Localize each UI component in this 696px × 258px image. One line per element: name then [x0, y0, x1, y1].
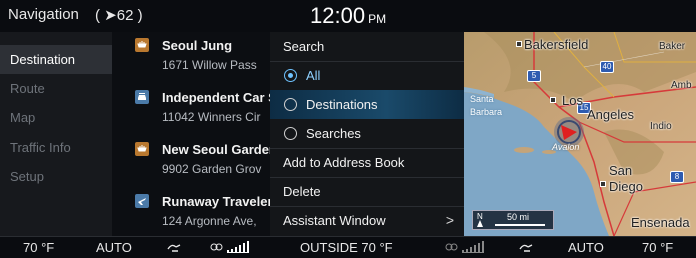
map-label-barbara: Barbara [470, 107, 503, 117]
radio-unchecked-icon [284, 127, 297, 140]
list-item[interactable]: New Seoul Garden 9902 Garden Grov [112, 136, 270, 188]
map-label-angeles: Angeles [587, 107, 634, 122]
menu-item-label: Delete [283, 184, 321, 199]
map-label-ensenada: Ensenada [631, 215, 690, 230]
left-climate-mode[interactable]: AUTO [96, 240, 132, 255]
north-arrow-icon [477, 220, 483, 227]
nav-item-setup[interactable]: Setup [0, 162, 112, 191]
map-label-avalon: Avalon [552, 142, 580, 152]
list-item-address: 11042 Winners Cir [162, 110, 261, 124]
radio-checked-icon [284, 69, 297, 82]
city-marker-icon [516, 41, 522, 47]
map-label-indio: Indio [650, 121, 672, 132]
search-option-label: Destinations [306, 97, 378, 112]
clock: 12:00 PM [310, 3, 386, 29]
menu-header-label: Search [283, 39, 325, 54]
app-title: Navigation [8, 6, 79, 23]
menu-header-search: Search [270, 32, 464, 61]
restaurant-icon [135, 142, 149, 156]
travel-icon [135, 194, 149, 208]
search-option-searches[interactable]: Searches [270, 119, 464, 148]
right-climate-mode[interactable]: AUTO [568, 240, 604, 255]
map-label-san: San [609, 163, 633, 178]
status-indicator: ( ➤62 ) [95, 7, 143, 24]
map-label-bakersfield: Bakersfield [524, 37, 589, 52]
scale-distance: 50 mi [507, 212, 530, 222]
search-option-label: Searches [306, 126, 361, 141]
add-to-address-book-button[interactable]: Add to Address Book [270, 148, 464, 177]
city-marker-icon [550, 97, 556, 103]
map-label-baker: Baker [659, 41, 686, 52]
list-item[interactable]: Independent Car S 11042 Winners Cir [112, 84, 270, 136]
city-marker-icon [600, 181, 606, 187]
menu-item-label: Add to Address Book [283, 155, 405, 170]
list-item-address: 1671 Willow Pass [162, 58, 257, 72]
search-option-all[interactable]: All [270, 61, 464, 90]
nav-item-traffic-info[interactable]: Traffic Info [0, 133, 112, 162]
chevron-right-icon: > [445, 212, 454, 228]
menu-item-label: Assistant Window [283, 213, 386, 228]
list-item-name: Runaway Traveler [162, 194, 270, 209]
clock-time: 12:00 [310, 3, 366, 28]
list-item-name: New Seoul Garden [162, 142, 270, 157]
status-bar: Navigation ( ➤62 ) 12:00 PM [0, 0, 696, 32]
left-temperature[interactable]: 70 °F [23, 240, 54, 255]
fan-speed-icon[interactable] [210, 240, 258, 257]
search-option-label: All [306, 68, 321, 83]
climate-bar: 70 °F AUTO OUTSIDE 70 °F AUTO 70 °F [0, 236, 696, 258]
map-label-santa: Santa [470, 94, 494, 104]
map-scale: N 50 mi [472, 210, 554, 230]
map-label-amb: Amb [671, 80, 692, 91]
map-terrain [464, 32, 696, 236]
highway-shield-icon: 5 [527, 70, 541, 82]
options-menu: Search All Destinations Searches Add to … [270, 32, 464, 236]
list-item-address: 124 Argonne Ave, [162, 214, 257, 228]
list-item-name: Independent Car S [162, 90, 270, 105]
search-option-destinations[interactable]: Destinations [270, 90, 464, 119]
nav-item-map[interactable]: Map [0, 103, 112, 132]
nav-item-destination[interactable]: Destination [0, 45, 112, 74]
list-item-address: 9902 Garden Grov [162, 162, 262, 176]
car-service-icon [135, 90, 149, 104]
map-view[interactable]: 5 40 15 8 Bakersfield Baker Amb Los Ange… [464, 32, 696, 236]
highway-shield-icon: 40 [600, 61, 614, 73]
fan-speed-icon[interactable] [445, 240, 493, 257]
list-item[interactable]: Seoul Jung 1671 Willow Pass [112, 32, 270, 84]
assistant-window-button[interactable]: Assistant Window > [270, 206, 464, 235]
left-nav: Destination Route Map Traffic Info Setup [0, 32, 112, 236]
clock-ampm: PM [368, 12, 387, 26]
restaurant-icon [135, 38, 149, 52]
destination-list: Seoul Jung 1671 Willow Pass Independent … [112, 32, 270, 236]
list-item-name: Seoul Jung [162, 38, 233, 53]
highway-shield-icon: 8 [670, 171, 684, 183]
map-label-diego: Diego [609, 179, 643, 194]
outside-temperature: OUTSIDE 70 °F [300, 240, 393, 255]
scale-bar [495, 224, 545, 226]
air-flow-icon[interactable] [518, 241, 534, 256]
right-temperature[interactable]: 70 °F [642, 240, 673, 255]
air-flow-icon[interactable] [166, 241, 182, 256]
delete-button[interactable]: Delete [270, 177, 464, 206]
list-item[interactable]: Runaway Traveler 124 Argonne Ave, [112, 188, 270, 236]
radio-unchecked-icon [284, 98, 297, 111]
nav-item-route[interactable]: Route [0, 74, 112, 103]
map-label-los: Los [562, 93, 583, 108]
